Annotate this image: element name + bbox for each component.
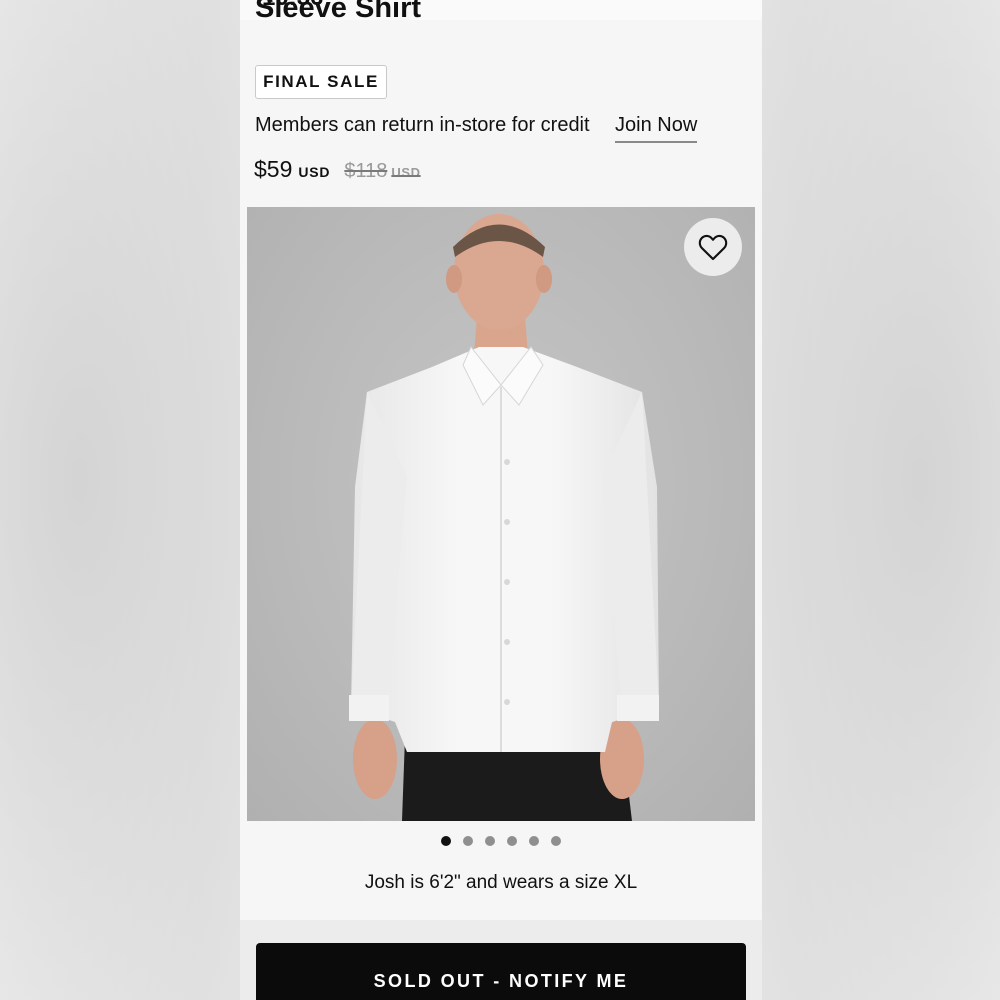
carousel-dot-1[interactable] (441, 836, 451, 846)
heart-outline-icon (698, 234, 728, 261)
carousel-pagination (240, 836, 762, 846)
original-price: $118 USD (344, 160, 420, 183)
sold-out-notify-button[interactable]: SOLD OUT - NOTIFY ME (256, 943, 746, 1000)
original-price-currency: USD (391, 165, 421, 180)
mobile-product-page: 10:36 Sleeve Shirt FINAL SALE Members ca… (240, 0, 762, 1000)
final-sale-badge: FINAL SALE (255, 65, 387, 99)
carousel-dot-3[interactable] (485, 836, 495, 846)
product-image[interactable] (247, 207, 755, 821)
original-price-value: $118 (344, 160, 388, 182)
favorite-button[interactable] (684, 218, 742, 276)
product-title: Sleeve Shirt (255, 0, 422, 24)
carousel-dot-6[interactable] (551, 836, 561, 846)
price-row: $59 USD $118 USD (254, 156, 421, 183)
sale-price: $59 (254, 156, 293, 182)
sale-price-currency: USD (298, 164, 331, 180)
carousel-dot-5[interactable] (529, 836, 539, 846)
model-size-note: Josh is 6'2" and wears a size XL (364, 872, 638, 893)
carousel-dot-2[interactable] (463, 836, 473, 846)
member-return-message: Members can return in-store for credit (255, 114, 590, 136)
carousel-dot-4[interactable] (507, 836, 517, 846)
product-photo (349, 214, 659, 821)
join-now-link[interactable]: Join Now (615, 114, 698, 143)
